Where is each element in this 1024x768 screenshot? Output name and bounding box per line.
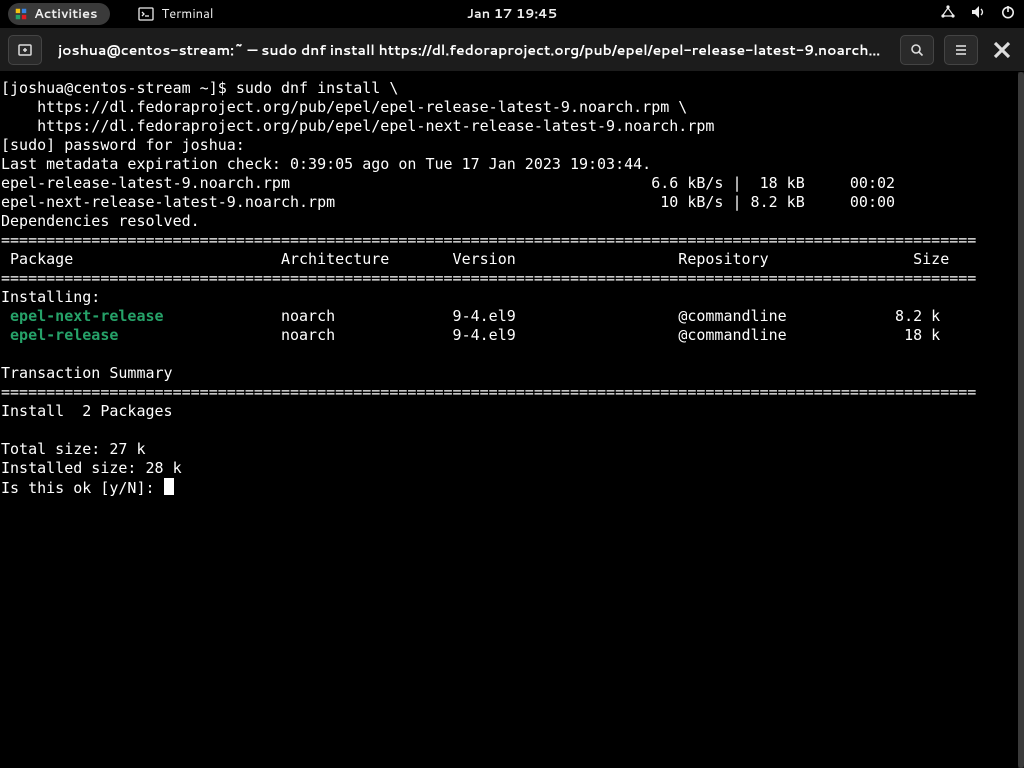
window-titlebar: joshua@centos-stream:~ — sudo dnf instal… — [0, 28, 1024, 72]
section-label: Transaction Summary — [1, 364, 173, 382]
section-label: Installing: — [1, 288, 100, 306]
deps-line: Dependencies resolved. — [1, 212, 200, 230]
app-menu[interactable]: Terminal — [138, 5, 214, 23]
activities-label: Activities — [34, 5, 98, 23]
download-line: epel-next-release-latest-9.noarch.rpm 10… — [1, 193, 931, 211]
package-row: noarch 9-4.el9 @commandline 18 k — [118, 326, 940, 344]
package-name: epel-next-release — [1, 307, 164, 325]
command-line: https://dl.fedoraproject.org/pub/epel/ep… — [1, 117, 714, 135]
scrollbar[interactable] — [1018, 72, 1024, 768]
download-line: epel-release-latest-9.noarch.rpm 6.6 kB/… — [1, 174, 931, 192]
new-tab-button[interactable] — [8, 35, 42, 65]
volume-icon[interactable] — [970, 4, 986, 25]
power-icon[interactable] — [1000, 4, 1016, 25]
sudo-prompt: [sudo] password for joshua: — [1, 136, 254, 154]
rule-line: ========================================… — [1, 269, 976, 287]
command-line: https://dl.fedoraproject.org/pub/epel/ep… — [1, 98, 687, 116]
terminal-icon — [138, 6, 154, 22]
scrollbar-thumb[interactable] — [1018, 72, 1024, 768]
cursor — [164, 478, 174, 495]
metadata-line: Last metadata expiration check: 0:39:05 … — [1, 155, 651, 173]
close-button[interactable] — [988, 36, 1016, 64]
package-name: epel-release — [1, 326, 118, 344]
confirm-prompt: Is this ok [y/N]: — [1, 479, 164, 497]
search-button[interactable] — [900, 35, 934, 65]
hamburger-menu-button[interactable] — [944, 35, 978, 65]
install-count: Install 2 Packages — [1, 402, 173, 420]
activities-icon — [14, 7, 28, 21]
rule-line: ========================================… — [1, 383, 976, 401]
command-line: sudo dnf install \ — [236, 79, 399, 97]
package-row: noarch 9-4.el9 @commandline 8.2 k — [164, 307, 941, 325]
total-size: Total size: 27 k — [1, 440, 146, 458]
system-tray — [940, 4, 1016, 25]
terminal-output[interactable]: [joshua@centos-stream ~]$ sudo dnf insta… — [0, 72, 1018, 768]
gnome-topbar: Activities Terminal Jan 17 19:45 — [0, 0, 1024, 28]
shell-prompt: [joshua@centos-stream ~]$ — [1, 79, 236, 97]
rule-line: ========================================… — [1, 231, 976, 249]
clock[interactable]: Jan 17 19:45 — [467, 5, 557, 23]
network-icon[interactable] — [940, 4, 956, 25]
activities-button[interactable]: Activities — [8, 3, 110, 25]
table-header: Package Architecture Version Repository … — [1, 250, 949, 268]
installed-size: Installed size: 28 k — [1, 459, 182, 477]
app-menu-label: Terminal — [162, 5, 214, 23]
window-title: joshua@centos-stream:~ — sudo dnf instal… — [52, 40, 890, 60]
